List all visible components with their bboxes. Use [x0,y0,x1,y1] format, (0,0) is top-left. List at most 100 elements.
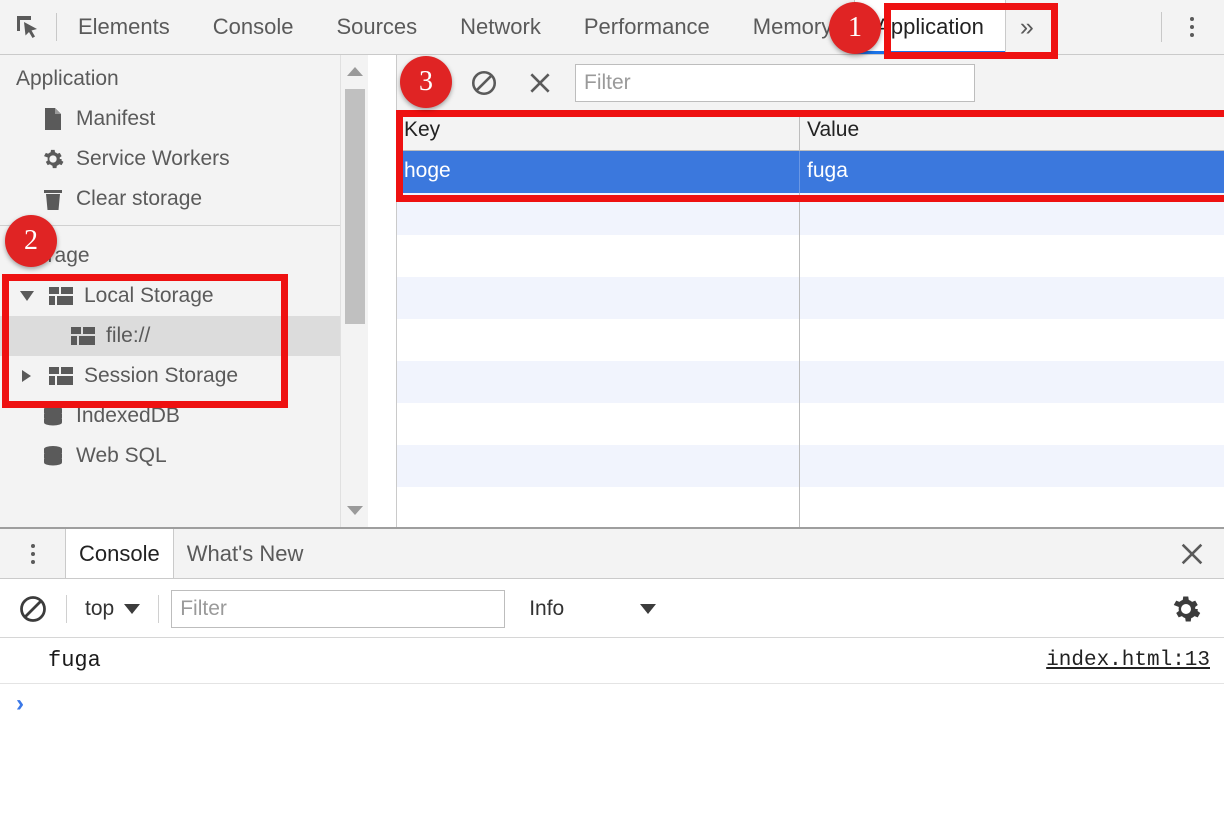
console-message-source-link[interactable]: index.html:13 [1046,649,1210,672]
drawer-tab-label: What's New [186,540,304,566]
tab-label: Performance [583,14,710,39]
table-row[interactable]: hoge fuga [397,151,1224,193]
sidebar-item-local-storage[interactable]: Local Storage [0,276,368,316]
sidebar-item-manifest[interactable]: Manifest [0,99,368,139]
table-row-empty[interactable] [397,193,1224,235]
table-row-empty[interactable] [397,277,1224,319]
cell-value [800,235,1224,277]
drawer-tab-whats-new[interactable]: What's New [174,529,317,578]
sidebar-item-label: Session Storage [84,364,239,387]
sidebar-item-indexeddb[interactable]: IndexedDB [0,396,368,436]
column-header-key[interactable]: Key [397,111,800,150]
cell-key [397,445,800,487]
table-header: Key Value [397,111,1224,151]
drawer-tabbar: Console What's New [0,529,1224,579]
tab-label: Elements [78,14,170,39]
trash-icon [40,188,66,211]
toolbar-divider [1161,12,1162,42]
scrollbar-thumb[interactable] [345,89,365,324]
chevron-down-icon[interactable] [20,291,34,301]
toolbar-divider [66,594,67,623]
sidebar-item-web-sql[interactable]: Web SQL [0,436,368,476]
tab-label: Network [460,14,541,39]
cell-value [800,319,1224,361]
tab-label: Application [876,14,984,39]
drawer-tab-console[interactable]: Console [65,529,174,578]
badge-number: 1 [848,12,862,43]
kebab-menu-icon[interactable] [1170,17,1214,37]
sidebar-item-label: Manifest [76,107,156,130]
chevron-down-icon [124,603,141,614]
table-row-empty[interactable] [397,445,1224,487]
storage-key-value-table: Key Value hoge fuga [397,111,1224,529]
cell-value [800,193,1224,235]
console-filter-input[interactable] [171,589,506,628]
cell-value [800,277,1224,319]
sidebar-scrollbar[interactable] [340,55,368,527]
tab-label: Console [212,14,294,39]
gear-icon [40,148,66,170]
cell-value [800,487,1224,529]
tab-performance[interactable]: Performance [563,0,732,54]
gear-icon[interactable] [1160,594,1212,624]
badge-number: 2 [24,225,38,256]
storage-filter-input[interactable] [575,63,975,102]
database-icon [40,445,66,467]
storage-toolbar [397,55,1224,111]
more-tabs-label: » [1019,12,1034,41]
table-icon [48,367,74,385]
sidebar-item-label: Clear storage [76,187,203,210]
sidebar-item-clear-storage[interactable]: Clear storage [0,179,368,219]
cell-key [397,235,800,277]
sidebar-item-label: Service Workers [76,147,230,170]
tab-network[interactable]: Network [439,0,563,54]
no-entry-clear-icon[interactable] [12,588,54,630]
cell-key: hoge [397,151,800,193]
tab-sources[interactable]: Sources [315,0,439,54]
cell-key [397,319,800,361]
sidebar-divider [0,225,368,226]
log-level-selector[interactable]: Info [517,596,657,621]
console-message[interactable]: fuga index.html:13 [0,638,1224,684]
tabbar-right-controls [1153,0,1224,54]
log-level-label: Info [529,596,565,620]
cell-value: fuga [807,159,848,182]
annotation-badge-3: 3 [400,56,452,108]
cell-key [397,361,800,403]
scroll-down-arrow-icon[interactable] [347,506,363,515]
table-row-empty[interactable] [397,403,1224,445]
close-icon[interactable] [1160,529,1224,578]
cell-key [397,277,800,319]
sidebar-item-file-origin[interactable]: file:// [0,316,368,356]
inspect-element-icon[interactable] [0,0,56,54]
more-tabs-icon[interactable]: » [1006,0,1048,54]
local-storage-panel: Key Value hoge fuga [397,55,1224,529]
tab-elements[interactable]: Elements [57,0,192,54]
table-row-empty[interactable] [397,361,1224,403]
tab-console[interactable]: Console [192,0,316,54]
badge-number: 3 [419,66,433,97]
execution-context-selector[interactable]: top [79,597,146,621]
console-message-text: fuga [48,648,101,673]
table-row-empty[interactable] [397,319,1224,361]
execution-context-label: top [85,596,115,620]
chevron-right-icon[interactable] [22,370,31,382]
sidebar-item-label: Web SQL [76,444,167,467]
console-prompt-row[interactable]: › [0,684,1224,724]
sidebar-item-label: Local Storage [84,284,214,307]
scroll-up-arrow-icon[interactable] [347,67,363,76]
x-delete-icon[interactable] [519,62,561,104]
table-row-empty[interactable] [397,487,1224,529]
no-entry-clear-icon[interactable] [463,62,505,104]
prompt-chevron-icon: › [16,690,24,717]
sidebar-item-session-storage[interactable]: Session Storage [0,356,368,396]
sidebar-section-application-title: Application [16,67,119,90]
sidebar-item-service-workers[interactable]: Service Workers [0,139,368,179]
column-header-value[interactable]: Value [800,111,1224,150]
table-row-empty[interactable] [397,235,1224,277]
drawer-tab-label: Console [79,540,160,566]
table-icon [48,287,74,305]
kebab-menu-icon[interactable] [0,529,65,578]
devtools-tabbar: Elements Console Sources Network Perform… [0,0,1224,55]
chevron-down-icon [640,603,657,614]
